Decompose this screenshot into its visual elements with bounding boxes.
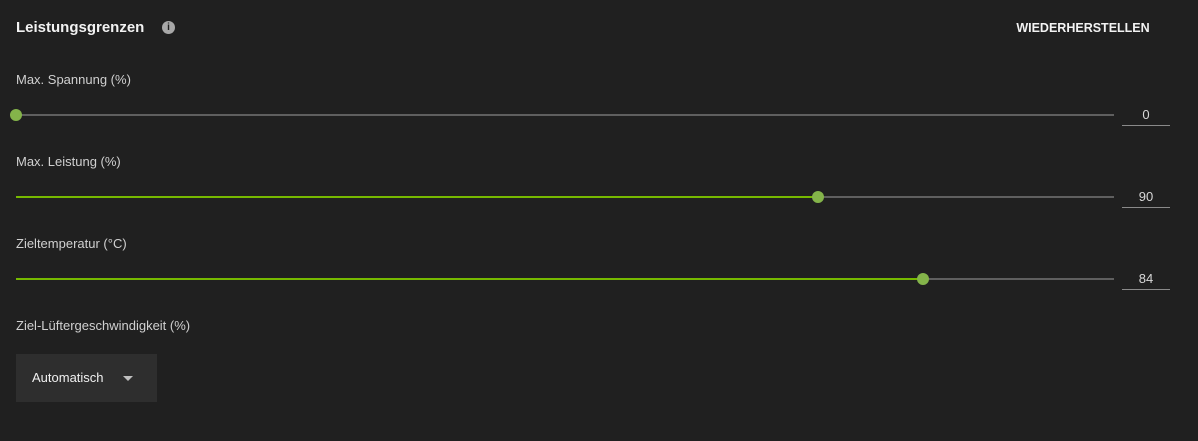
power-value-field[interactable]: 90: [1122, 187, 1170, 208]
power-slider[interactable]: [16, 191, 1114, 203]
power-slider-fill: [16, 196, 818, 198]
temperature-label: Zieltemperatur (°C): [16, 236, 127, 251]
chevron-down-icon: [123, 376, 133, 381]
temperature-slider[interactable]: [16, 273, 1114, 285]
info-icon[interactable]: i: [162, 21, 175, 34]
power-label: Max. Leistung (%): [16, 154, 121, 169]
temperature-value-field[interactable]: 84: [1122, 269, 1170, 290]
voltage-slider[interactable]: [10, 109, 1114, 121]
performance-limits-panel: { "header": { "title": "Leistungsgrenzen…: [0, 0, 1198, 441]
power-slider-thumb[interactable]: [811, 191, 824, 203]
fan-speed-dropdown[interactable]: Automatisch: [16, 354, 157, 402]
reset-button[interactable]: WIEDERHERSTELLEN: [1008, 19, 1158, 37]
fan-speed-label: Ziel-Lüftergeschwindigkeit (%): [16, 318, 191, 333]
temperature-slider-thumb[interactable]: [916, 273, 929, 285]
section-title: Leistungsgrenzen: [16, 19, 145, 36]
voltage-value-field[interactable]: 0: [1122, 105, 1170, 126]
temperature-slider-fill: [16, 278, 923, 280]
fan-speed-selected-value: Automatisch: [32, 370, 104, 385]
voltage-slider-thumb[interactable]: [10, 109, 22, 121]
voltage-label: Max. Spannung (%): [16, 72, 131, 87]
